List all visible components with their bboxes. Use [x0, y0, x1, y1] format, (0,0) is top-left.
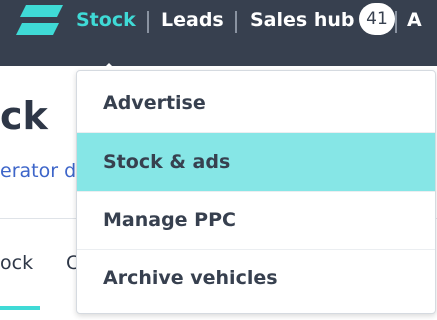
- menu-item-advertise[interactable]: Advertise: [77, 74, 435, 132]
- nav-separator: [395, 11, 397, 33]
- brand-logo-icon[interactable]: [16, 4, 64, 36]
- nav-item-truncated[interactable]: A: [407, 6, 422, 34]
- page-title: ck: [0, 94, 48, 138]
- stock-dropdown-menu: Advertise Stock & ads Manage PPC Archive…: [76, 70, 436, 314]
- active-tab-indicator: [0, 306, 40, 310]
- tab-stock[interactable]: ock: [0, 250, 33, 276]
- menu-item-manage-ppc[interactable]: Manage PPC: [77, 191, 435, 249]
- sales-hub-count-badge: 41: [359, 3, 395, 35]
- nav-separator: [147, 11, 149, 33]
- nav-item-sales-hub[interactable]: Sales hub: [250, 6, 354, 34]
- nav-item-stock[interactable]: Stock: [76, 6, 136, 34]
- nav-item-leads[interactable]: Leads: [161, 6, 224, 34]
- menu-item-archive-vehicles[interactable]: Archive vehicles: [77, 249, 435, 307]
- page-subtitle-link[interactable]: erator do: [0, 158, 88, 184]
- nav-separator: [235, 11, 237, 33]
- top-nav-bar: Stock Leads Sales hub 41 A: [0, 0, 437, 66]
- menu-item-stock-and-ads[interactable]: Stock & ads: [77, 133, 435, 191]
